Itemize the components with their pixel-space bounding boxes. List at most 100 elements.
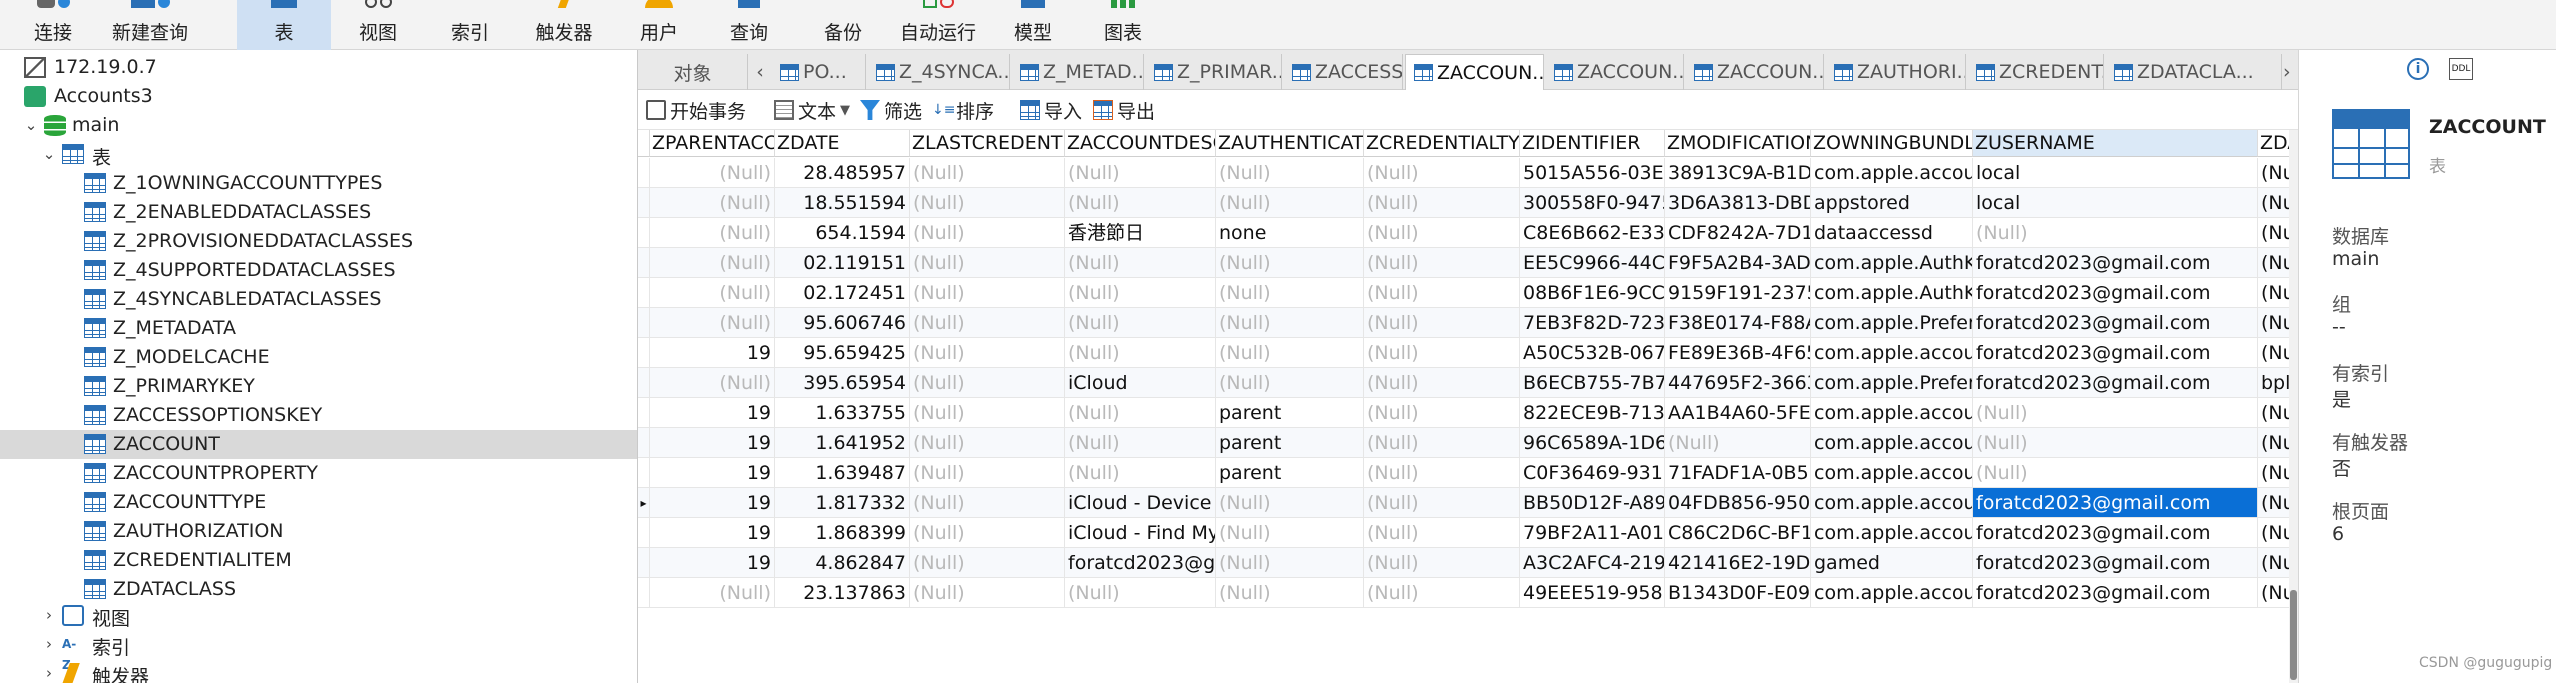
grid-cell[interactable]: appstored	[1811, 188, 1973, 218]
grid-cell[interactable]: com.apple.accoun	[1811, 428, 1973, 458]
tree-views-group[interactable]: › 视图	[0, 601, 637, 630]
grid-cell[interactable]: com.apple.accoun	[1811, 338, 1973, 368]
row-indicator[interactable]	[638, 188, 650, 218]
column-header[interactable]: ZPARENTACCOUNT	[650, 130, 775, 157]
tree-table-item[interactable]: Z_4SUPPORTEDDATACLASSES	[0, 256, 637, 285]
toolbar-chart-button[interactable]: 图表	[1098, 0, 1148, 50]
grid-cell[interactable]: (Null)	[1216, 368, 1364, 398]
table-row[interactable]: (Null) 95.606746 (Null) (Null) (Null) (Null) 7…	[638, 308, 2298, 338]
grid-cell[interactable]: 19	[650, 488, 775, 518]
grid-cell[interactable]: (Null)	[1216, 248, 1364, 278]
grid-cell[interactable]: com.apple.AuthK	[1811, 248, 1973, 278]
grid-cell[interactable]: 02.119151	[775, 248, 910, 278]
grid-cell[interactable]: com.apple.accoun	[1811, 488, 1973, 518]
row-indicator[interactable]	[638, 308, 650, 338]
grid-cell[interactable]: 7EB3F82D-7231-	[1520, 308, 1665, 338]
chevron-right-icon[interactable]: ›	[42, 608, 56, 623]
grid-cell[interactable]: 9159F191-2375-	[1665, 278, 1811, 308]
row-indicator[interactable]	[638, 218, 650, 248]
grid-cell[interactable]: (Null)	[1065, 578, 1216, 608]
text-view-button[interactable]: 文本 ▼	[774, 97, 850, 123]
grid-cell[interactable]: (Null)	[1216, 338, 1364, 368]
grid-cell[interactable]: 02.172451	[775, 278, 910, 308]
grid-cell[interactable]: com.apple.accoun	[1811, 158, 1973, 188]
tree-table-item[interactable]: ZDATACLASS	[0, 575, 637, 604]
grid-cell[interactable]: (Null)	[1216, 278, 1364, 308]
column-header[interactable]: ZOWNINGBUNDLEID	[1811, 130, 1973, 157]
grid-cell[interactable]: iCloud - Device Lo	[1065, 488, 1216, 518]
grid-cell[interactable]: iCloud - Find My	[1065, 518, 1216, 548]
grid-cell[interactable]: (Null)	[1065, 458, 1216, 488]
grid-cell[interactable]: com.apple.accoun	[1811, 518, 1973, 548]
tab-table[interactable]: Z_4SYNCA...	[868, 54, 1010, 90]
tree-table-item[interactable]: ZACCOUNTTYPE	[0, 488, 637, 517]
table-row[interactable]: (Null) 02.119151 (Null) (Null) (Null) (Null) E…	[638, 248, 2298, 278]
grid-cell[interactable]: (Null)	[1065, 398, 1216, 428]
grid-cell[interactable]: parent	[1216, 458, 1364, 488]
table-row[interactable]: (Null) 18.551594 (Null) (Null) (Null) (Null) 3…	[638, 188, 2298, 218]
grid-cell[interactable]: (Null)	[1973, 218, 2258, 248]
info-icon[interactable]: i	[2407, 58, 2429, 80]
grid-cell[interactable]: (Null)	[1364, 578, 1520, 608]
tab-table[interactable]: ZACCOUN...	[1546, 54, 1684, 90]
grid-cell[interactable]: FE89E36B-4F65-	[1665, 338, 1811, 368]
grid-cell[interactable]: 04FDB856-950D-	[1665, 488, 1811, 518]
grid-cell[interactable]: 5015A556-03ED-	[1520, 158, 1665, 188]
grid-cell[interactable]: (Null)	[650, 248, 775, 278]
grid-cell[interactable]: (Null)	[1364, 458, 1520, 488]
grid-cell[interactable]: (Null)	[1364, 518, 1520, 548]
grid-cell[interactable]: 71FADF1A-0B57-	[1665, 458, 1811, 488]
grid-cell[interactable]: 395.65954	[775, 368, 910, 398]
begin-transaction-button[interactable]: 开始事务	[646, 97, 746, 123]
grid-cell[interactable]: 95.606746	[775, 308, 910, 338]
row-indicator[interactable]	[638, 368, 650, 398]
toolbar-automation-button[interactable]: 自动运行	[894, 0, 982, 50]
tab-table[interactable]: ZAUTHORI...	[1826, 54, 1966, 90]
grid-cell[interactable]: (Null)	[650, 308, 775, 338]
table-row[interactable]: 19 95.659425 (Null) (Null) (Null) (Null) A50C5…	[638, 338, 2298, 368]
row-indicator[interactable]	[638, 248, 650, 278]
table-row[interactable]: ▸191.817332(Null)iCloud - Device Lo(Null…	[638, 488, 2298, 518]
grid-cell[interactable]: foratcd2023@gmail.com	[1973, 578, 2258, 608]
sort-button[interactable]: ↓≡ 排序	[932, 97, 994, 123]
grid-cell[interactable]: com.apple.accoun	[1811, 398, 1973, 428]
grid-cell[interactable]: (Null)	[650, 218, 775, 248]
grid-cell[interactable]: (Null)	[910, 488, 1065, 518]
grid-cell[interactable]: iCloud	[1065, 368, 1216, 398]
grid-cell[interactable]: 香港節日	[1065, 218, 1216, 248]
column-header[interactable]: ZUSERNAME	[1973, 130, 2258, 157]
column-header[interactable]: ZACCOUNTDESCRIPTION	[1065, 130, 1216, 157]
row-indicator[interactable]	[638, 338, 650, 368]
tab-table[interactable]: Z_METAD...	[1012, 54, 1144, 90]
grid-cell[interactable]: EE5C9966-44C9-	[1520, 248, 1665, 278]
tab-table[interactable]: Z_PRIMAR...	[1146, 54, 1282, 90]
grid-cell[interactable]: (Null)	[1364, 218, 1520, 248]
column-header[interactable]: ZMODIFICATIONID	[1665, 130, 1811, 157]
grid-cell[interactable]: B6ECB755-7B79-	[1520, 368, 1665, 398]
grid-cell[interactable]: (Null)	[1216, 488, 1364, 518]
grid-cell[interactable]: 18.551594	[775, 188, 910, 218]
grid-cell[interactable]: (Null)	[910, 278, 1065, 308]
grid-cell[interactable]: (Null)	[910, 578, 1065, 608]
grid-cell[interactable]: (Null)	[910, 338, 1065, 368]
grid-cell[interactable]: (Null)	[1364, 398, 1520, 428]
tree-database-file[interactable]: Accounts3	[0, 82, 637, 111]
grid-cell[interactable]: 654.1594	[775, 218, 910, 248]
tree-table-item[interactable]: Z_MODELCACHE	[0, 343, 637, 372]
grid-cell[interactable]: (Null)	[1364, 428, 1520, 458]
grid-cell[interactable]: 19	[650, 458, 775, 488]
tab-table[interactable]: ZCREDENT...	[1968, 54, 2104, 90]
grid-cell[interactable]: 19	[650, 338, 775, 368]
grid-cell[interactable]: 28.485957	[775, 158, 910, 188]
grid-cell[interactable]: 421416E2-19DA-	[1665, 548, 1811, 578]
row-indicator[interactable]	[638, 278, 650, 308]
toolbar-index-button[interactable]: 索引	[448, 0, 492, 50]
grid-cell[interactable]: 38913C9A-B1DF-	[1665, 158, 1811, 188]
grid-cell[interactable]: foratcd2023@gmail.com	[1973, 338, 2258, 368]
column-header[interactable]: ZAUTHENTICATIONTYPE	[1216, 130, 1364, 157]
tree-table-item[interactable]: Z_4SYNCABLEDATACLASSES	[0, 285, 637, 314]
grid-cell[interactable]: (Null)	[1065, 188, 1216, 218]
grid-cell[interactable]: foratcd2023@gmail.com	[1973, 308, 2258, 338]
table-row[interactable]: (Null) 23.137863 (Null) (Null) (Null) (Null) 4…	[638, 578, 2298, 608]
grid-cell[interactable]: local	[1973, 188, 2258, 218]
